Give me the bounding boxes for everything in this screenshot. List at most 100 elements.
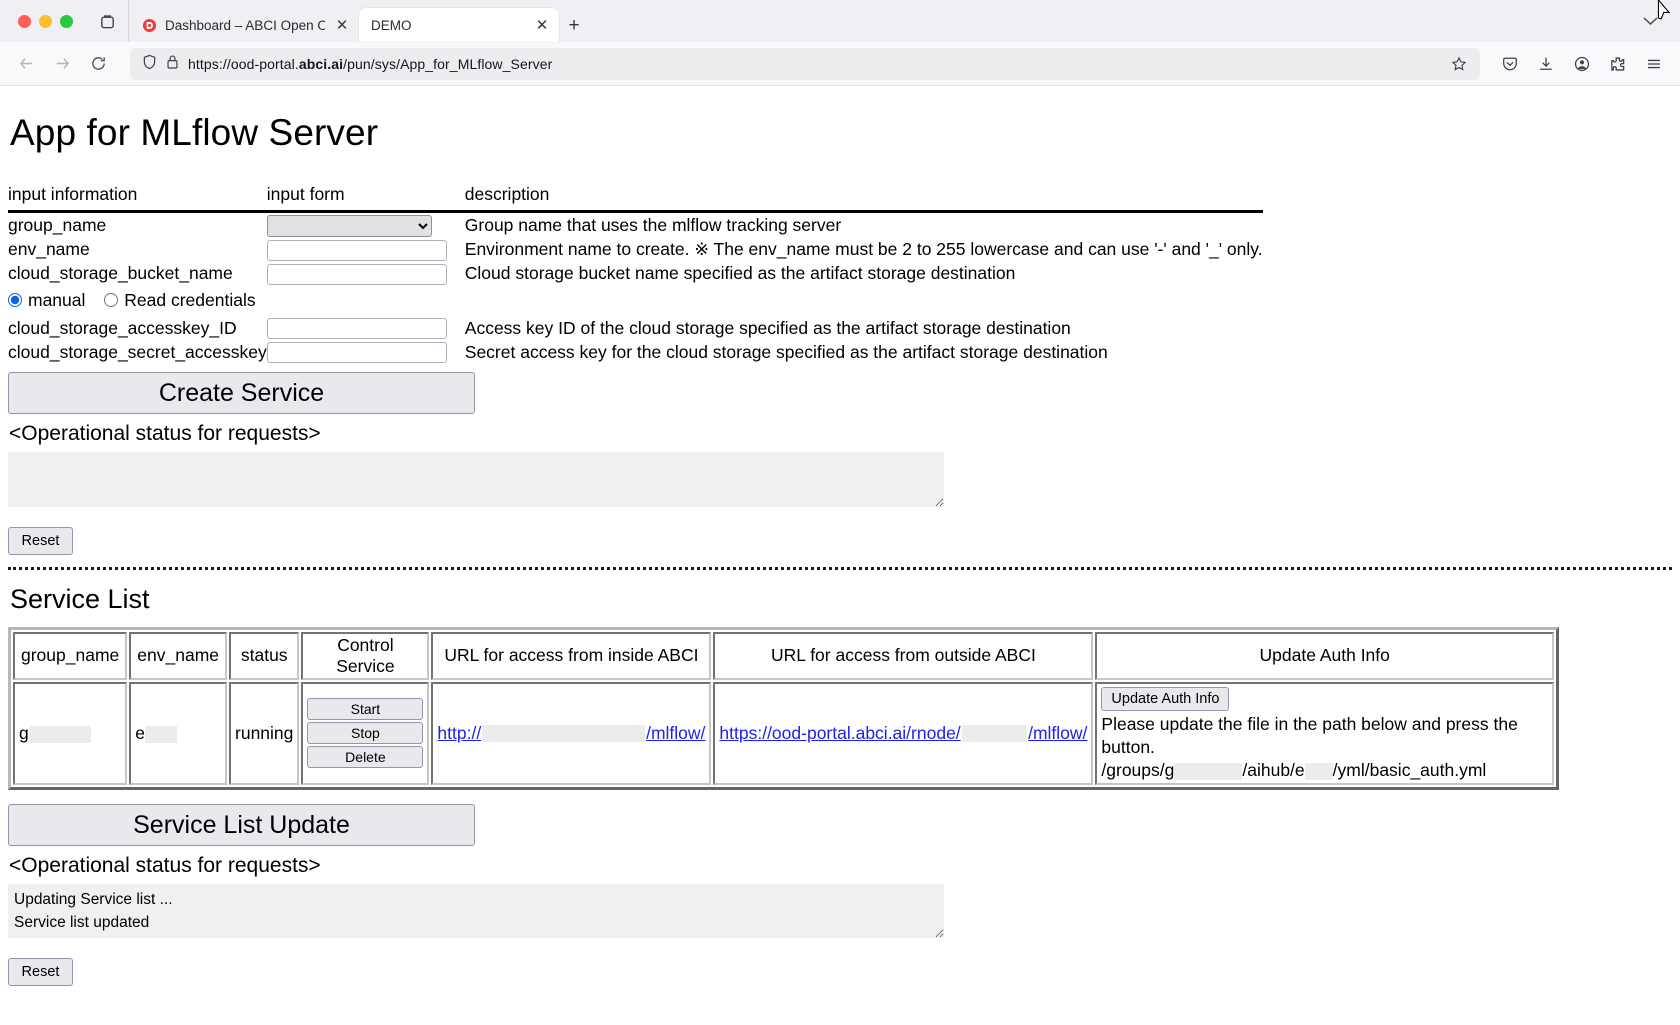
- outside-url-link[interactable]: https://ood-portal.abci.ai/rnode/ /mlflo…: [719, 723, 1087, 744]
- path-mid: /aihub/e: [1242, 759, 1305, 780]
- stop-button[interactable]: Stop: [307, 722, 424, 745]
- browser-chrome: Dashboard – ABCI Open OnDemand ✕ DEMO ✕ …: [0, 0, 1680, 86]
- create-service-button[interactable]: Create Service: [8, 372, 475, 414]
- radio-manual[interactable]: manual: [8, 290, 85, 311]
- env-name-input[interactable]: [266, 239, 447, 261]
- page-title: App for MLflow Server: [10, 112, 379, 153]
- minimize-window-button[interactable]: [39, 14, 52, 28]
- menu-icon[interactable]: [1638, 48, 1670, 80]
- tab-demo[interactable]: DEMO ✕: [359, 8, 559, 42]
- tab-strip: Dashboard – ABCI Open OnDemand ✕ DEMO ✕ …: [0, 0, 1680, 42]
- header-group-name: group_name: [13, 631, 128, 680]
- form-row-secret-accesskey: cloud_storage_secret_accesskey Secret ac…: [8, 340, 1263, 364]
- radio-manual-label: manual: [28, 289, 86, 310]
- description-secret-accesskey: Secret access key for the cloud storage …: [464, 341, 1108, 362]
- redaction-bar: [145, 725, 178, 743]
- outside-url-prefix[interactable]: https://ood-portal.abci.ai/rnode/: [719, 723, 960, 744]
- cell-update-auth-info: Update Auth Info Please update the file …: [1095, 681, 1554, 785]
- label-env-name: env_name: [8, 239, 90, 259]
- header-update-auth-info: Update Auth Info: [1095, 631, 1554, 680]
- maximize-window-button[interactable]: [60, 14, 73, 28]
- service-list-table: group_name env_name status Control Servi…: [8, 626, 1559, 790]
- inside-url-prefix[interactable]: http://: [437, 723, 481, 744]
- pocket-icon[interactable]: [1494, 48, 1526, 80]
- create-status-label: <Operational status for requests>: [9, 422, 321, 445]
- label-group-name: group_name: [8, 214, 107, 235]
- cell-env-name: e: [129, 681, 228, 785]
- delete-button[interactable]: Delete: [307, 746, 424, 769]
- redaction-bar: [482, 724, 646, 742]
- radio-read-credentials-input[interactable]: [104, 293, 119, 307]
- bookmark-star-icon[interactable]: [1446, 51, 1472, 77]
- path-suffix: /yml/basic_auth.yml: [1332, 759, 1487, 780]
- update-auth-info-button[interactable]: Update Auth Info: [1101, 686, 1230, 711]
- tab-dashboard[interactable]: Dashboard – ABCI Open OnDemand ✕: [129, 8, 359, 42]
- forward-arrow-icon[interactable]: [46, 48, 78, 80]
- update-status-textarea[interactable]: Updating Service list ... Service list u…: [8, 883, 944, 939]
- create-status-textarea[interactable]: [8, 452, 944, 507]
- outside-url-suffix[interactable]: /mlflow/: [1028, 723, 1087, 744]
- redaction-bar: [1174, 762, 1243, 780]
- inside-url-link[interactable]: http:// /mlflow/: [437, 723, 705, 744]
- form-row-group-name: group_name Group name that uses the mlfl…: [8, 212, 1263, 238]
- sidebar-toggle-icon[interactable]: [87, 0, 129, 42]
- inside-url-suffix[interactable]: /mlflow/: [646, 723, 705, 744]
- description-accesskey-id: Access key ID of the cloud storage speci…: [464, 317, 1071, 338]
- credential-mode-group[interactable]: manual Read credentials: [8, 286, 1263, 317]
- url-bar[interactable]: https://ood-portal.abci.ai/pun/sys/App_f…: [130, 47, 1480, 80]
- radio-manual-input[interactable]: [8, 293, 22, 307]
- list-all-tabs-icon[interactable]: [1643, 13, 1658, 30]
- page-content: App for MLflow Server input information …: [0, 112, 1680, 987]
- redaction-bar: [961, 724, 1028, 742]
- reload-icon[interactable]: [82, 48, 114, 80]
- description-bucket-name: Cloud storage bucket name specified as t…: [464, 263, 1016, 283]
- start-button[interactable]: Start: [307, 698, 424, 721]
- lock-icon[interactable]: [166, 54, 179, 73]
- service-list-heading: Service List: [10, 583, 150, 614]
- cell-url-inside: http:// /mlflow/: [431, 681, 712, 785]
- back-arrow-icon[interactable]: [10, 48, 42, 80]
- cloud-storage-bucket-name-input[interactable]: [266, 263, 447, 285]
- create-reset-button[interactable]: Reset: [8, 526, 73, 555]
- header-status: status: [229, 631, 300, 680]
- extension-icon[interactable]: [1602, 48, 1634, 80]
- navigation-bar: https://ood-portal.abci.ai/pun/sys/App_f…: [0, 42, 1680, 86]
- url-text: https://ood-portal.abci.ai/pun/sys/App_f…: [188, 55, 553, 72]
- close-window-button[interactable]: [18, 14, 31, 28]
- update-status-label: <Operational status for requests>: [9, 853, 321, 877]
- env-name-value: e: [135, 722, 146, 743]
- tab-title: DEMO: [371, 17, 412, 33]
- window-controls[interactable]: [12, 0, 87, 42]
- basic-auth-path: /groups/g/aihub/e/yml/basic_auth.yml: [1101, 760, 1548, 781]
- toolbar-icons: [1492, 48, 1670, 80]
- redaction-bar: [1304, 762, 1333, 780]
- label-cloud-storage-accesskey-id: cloud_storage_accesskey_ID: [8, 317, 237, 338]
- header-url-outside: URL for access from outside ABCI: [713, 631, 1094, 680]
- new-tab-button[interactable]: +: [559, 10, 589, 42]
- close-tab-icon[interactable]: ✕: [533, 16, 551, 34]
- service-list-update-button[interactable]: Service List Update: [8, 803, 475, 846]
- label-cloud-storage-secret-accesskey: cloud_storage_secret_accesskey: [8, 341, 267, 362]
- mouse-cursor-icon: [1657, 0, 1671, 20]
- close-tab-icon[interactable]: ✕: [333, 16, 351, 34]
- header-url-inside: URL for access from inside ABCI: [431, 631, 712, 680]
- abci-logo-icon: [141, 17, 157, 33]
- form-header-row: input information input form description: [8, 184, 1263, 213]
- form-row-credential-mode: manual Read credentials: [8, 286, 1263, 317]
- cloud-storage-accesskey-id-input[interactable]: [266, 318, 447, 339]
- update-reset-button[interactable]: Reset: [8, 958, 73, 987]
- update-auth-info-text: Please update the file in the path below…: [1101, 713, 1518, 758]
- download-icon[interactable]: [1530, 48, 1562, 80]
- header-env-name: env_name: [129, 631, 228, 680]
- table-row: g e running Start Stop Delete http:// /m…: [13, 681, 1554, 785]
- cloud-storage-secret-accesskey-input[interactable]: [266, 342, 447, 363]
- header-control-service: Control Service: [301, 631, 430, 680]
- form-row-bucket-name: cloud_storage_bucket_name Cloud storage …: [8, 262, 1263, 286]
- shield-icon[interactable]: [142, 54, 157, 73]
- cell-control-service: Start Stop Delete: [301, 681, 430, 785]
- header-description: description: [456, 184, 1263, 213]
- account-icon[interactable]: [1566, 48, 1598, 80]
- description-env-name: Environment name to create. ※ The env_na…: [464, 239, 1263, 259]
- group-name-select[interactable]: [266, 214, 432, 237]
- radio-read-credentials[interactable]: Read credentials: [104, 290, 256, 311]
